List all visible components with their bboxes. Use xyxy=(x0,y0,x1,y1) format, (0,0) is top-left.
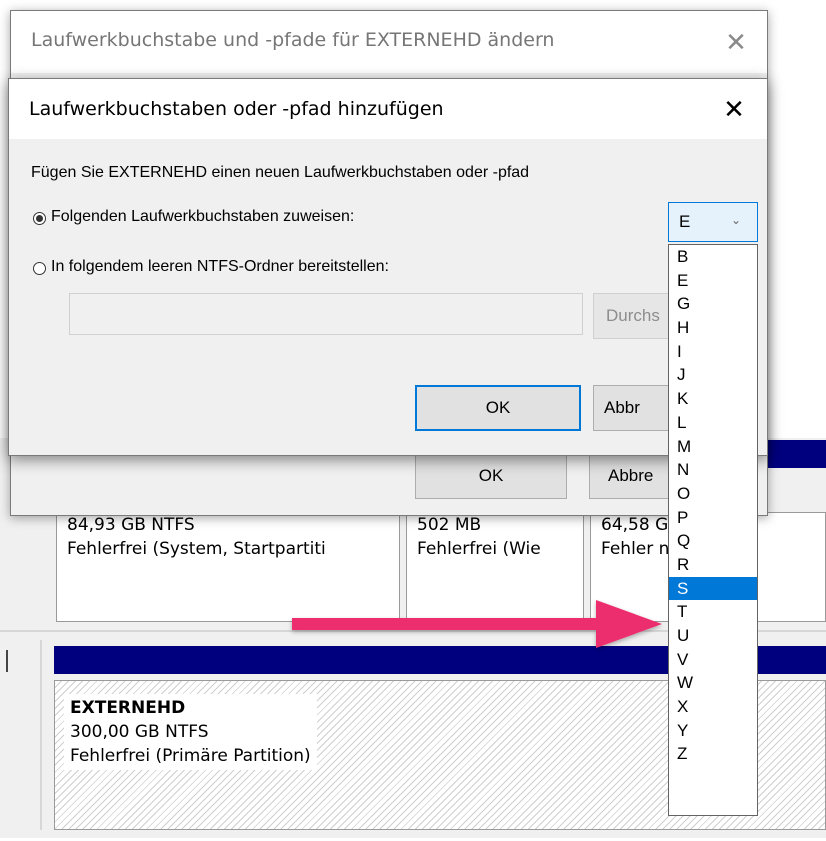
drive-letter-dropdown-list: BEGHIJKLMNOPQRSTUVWXYZ xyxy=(668,244,758,816)
drive-letter-option[interactable]: G xyxy=(669,292,757,316)
outer-ok-button[interactable]: OK xyxy=(415,453,567,499)
partition-size: 84,93 GB NTFS xyxy=(67,515,195,535)
drive-letter-option[interactable]: V xyxy=(669,648,757,672)
external-disk-label: EXTERNEHD 300,00 GB NTFS Fehlerfrei (Pri… xyxy=(64,694,317,770)
inner-close-icon[interactable]: ✕ xyxy=(717,92,751,126)
assign-letter-radio[interactable] xyxy=(33,212,46,225)
drive-letter-option[interactable]: Q xyxy=(669,529,757,553)
drive-letter-option[interactable]: L xyxy=(669,411,757,435)
drive-letter-option[interactable]: B xyxy=(669,245,757,269)
drive-letter-option[interactable]: Z xyxy=(669,742,757,766)
assign-letter-label[interactable]: Folgenden Laufwerkbuchstaben zuweisen: xyxy=(51,208,354,226)
partition-status: Fehlerfrei (System, Startpartiti xyxy=(67,539,326,559)
partition-size: 502 MB xyxy=(417,515,482,535)
partition-status: Fehlerfrei (Wie xyxy=(417,539,541,559)
drive-letter-option[interactable]: M xyxy=(669,435,757,459)
disk-column-divider xyxy=(40,640,42,830)
chevron-down-icon: ⌄ xyxy=(731,213,742,227)
drive-letter-option[interactable]: X xyxy=(669,695,757,719)
external-disk-status: Fehlerfrei (Primäre Partition) xyxy=(70,746,311,766)
external-disk-name: EXTERNEHD xyxy=(70,698,186,718)
drive-letter-option[interactable]: T xyxy=(669,600,757,624)
mount-folder-label[interactable]: In folgendem leeren NTFS-Ordner bereitst… xyxy=(51,258,389,276)
drive-letter-option[interactable]: S xyxy=(669,576,757,601)
inner-title-bar[interactable]: Laufwerkbuchstaben oder -pfad hinzufügen… xyxy=(9,79,767,139)
drive-letter-option[interactable]: Y xyxy=(669,719,757,743)
drive-letter-option[interactable]: I xyxy=(669,340,757,364)
inner-dialog-title: Laufwerkbuchstaben oder -pfad hinzufügen xyxy=(29,98,444,120)
outer-title-bar[interactable]: Laufwerkbuchstabe und -pfade für EXTERNE… xyxy=(11,11,767,73)
drive-letter-option[interactable]: W xyxy=(669,671,757,695)
drive-letter-value: E xyxy=(679,212,691,231)
disk-row-marker xyxy=(6,650,8,672)
drive-letter-option[interactable]: K xyxy=(669,387,757,411)
add-drive-letter-dialog: Laufwerkbuchstaben oder -pfad hinzufügen… xyxy=(8,78,768,456)
annotation-arrow-icon xyxy=(292,600,662,648)
inner-ok-button[interactable]: OK xyxy=(415,385,581,431)
folder-path-input[interactable] xyxy=(69,293,583,335)
drive-letter-option[interactable]: P xyxy=(669,506,757,530)
drive-letter-option[interactable]: R xyxy=(669,553,757,577)
outer-close-icon[interactable]: ✕ xyxy=(719,25,753,59)
drive-letter-option[interactable]: O xyxy=(669,482,757,506)
external-disk-size: 300,00 GB NTFS xyxy=(70,722,209,742)
drive-letter-option[interactable]: E xyxy=(669,269,757,293)
outer-dialog-title: Laufwerkbuchstabe und -pfade für EXTERNE… xyxy=(31,29,555,51)
drive-letter-option[interactable]: U xyxy=(669,624,757,648)
mount-folder-radio[interactable] xyxy=(33,262,46,275)
drive-letter-option[interactable]: J xyxy=(669,363,757,387)
drive-letter-option[interactable]: N xyxy=(669,458,757,482)
drive-letter-select[interactable]: E ⌄ xyxy=(668,202,758,242)
drive-letter-option[interactable]: H xyxy=(669,316,757,340)
dialog-description: Fügen Sie EXTERNEHD einen neuen Laufwerk… xyxy=(31,164,530,181)
